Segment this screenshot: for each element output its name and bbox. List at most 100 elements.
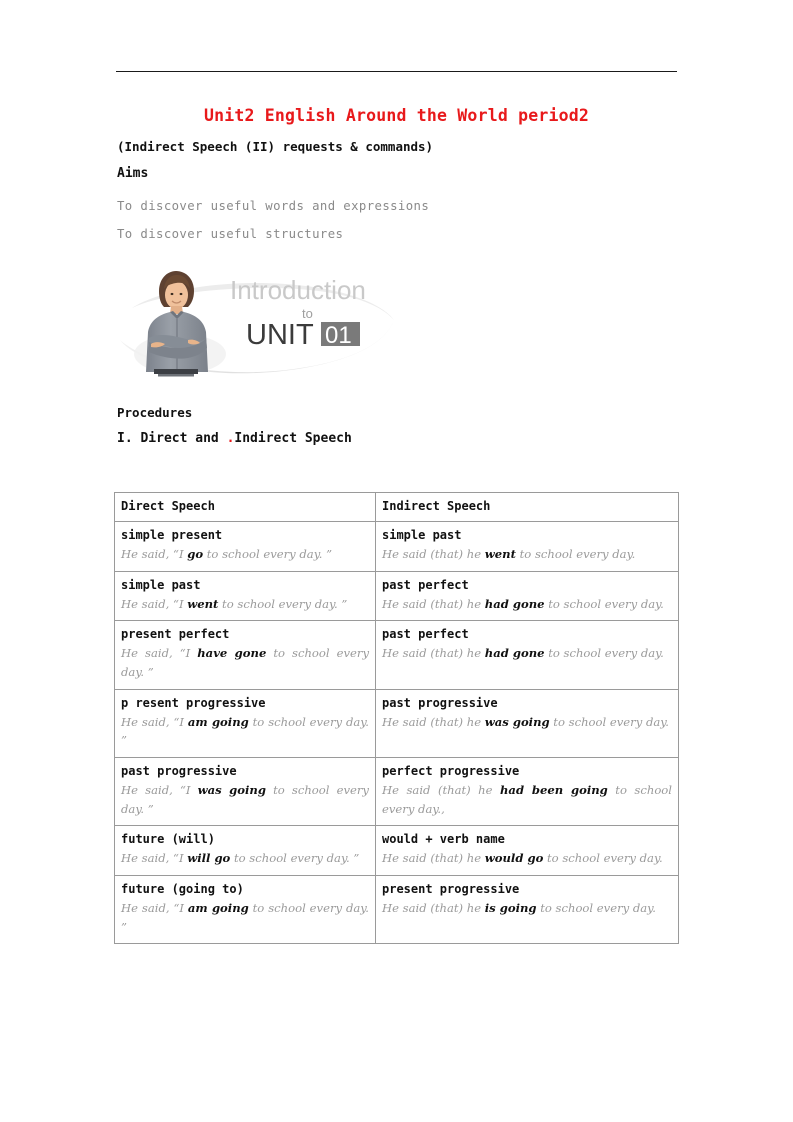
businesswoman-photo: [146, 271, 208, 377]
banner-number-text: 01: [325, 322, 352, 349]
direct-example-sentence: He said, “I was going to school every da…: [121, 781, 369, 819]
procedures-heading: Procedures: [117, 405, 193, 420]
indirect-tense-label: simple past: [382, 528, 462, 543]
table-body: Direct Speech Indirect Speech simple pre…: [114, 491, 679, 945]
example-text-post: to school every day. ”: [218, 596, 348, 611]
example-verb-highlight: am going: [187, 900, 249, 915]
indirect-tense-label: past progressive: [382, 695, 498, 710]
indirect-example-sentence: He said (that) he had gone to school eve…: [382, 644, 672, 663]
aims-heading: Aims: [117, 166, 149, 181]
direct-example-sentence: He said, “I will go to school every day.…: [121, 849, 369, 868]
example-text-post: to school every day.: [543, 851, 663, 866]
example-verb-highlight: had gone: [484, 596, 545, 611]
table-row: past progressive He said, “I was going t…: [114, 757, 679, 827]
indirect-example-sentence: He said (that) he would go to school eve…: [382, 849, 672, 868]
direct-tense-label: present perfect: [121, 627, 230, 642]
indirect-tense-label: past perfect: [382, 627, 469, 642]
aims-item-2: To discover useful structures: [117, 227, 344, 241]
example-text-pre: He said (that) he: [382, 900, 485, 915]
example-verb-highlight: would go: [484, 851, 544, 866]
example-text-pre: He said, “I: [121, 546, 188, 561]
example-text-pre: He said (that) he: [382, 714, 485, 729]
example-text-pre: He said, “I: [121, 851, 188, 866]
section-heading-direct-indirect-speech: I. Direct and .Indirect Speech: [117, 431, 352, 446]
section-heading-prefix: I. Direct and: [117, 431, 227, 446]
example-text-pre: He said (that) he: [382, 646, 485, 661]
example-verb-highlight: have gone: [197, 646, 267, 661]
indirect-example-sentence: He said (that) he is going to school eve…: [382, 899, 672, 918]
banner-unit-text: UNIT: [246, 319, 314, 351]
direct-speech-cell: future (will) He said, “I will go to sch…: [114, 825, 376, 876]
direct-example-sentence: He said, “I am going to school every day…: [121, 899, 369, 937]
direct-speech-cell: past progressive He said, “I was going t…: [114, 757, 376, 827]
example-text-pre: He said (that) he: [382, 546, 485, 561]
indirect-speech-cell: past progressive He said (that) he was g…: [375, 688, 679, 759]
example-verb-highlight: go: [187, 546, 204, 561]
header-divider-rule: [116, 71, 677, 72]
example-verb-highlight: am going: [187, 714, 249, 729]
example-text-pre: He said, “I: [121, 782, 198, 797]
table-row: present perfect He said, “I have gone to…: [114, 620, 679, 690]
direct-tense-label: simple past: [121, 577, 201, 592]
document-page: Unit2 English Around the World period2 (…: [0, 0, 793, 1122]
indirect-example-sentence: He said (that) he went to school every d…: [382, 545, 672, 564]
column-header-direct-speech: Direct Speech: [121, 499, 215, 513]
page-title: Unit2 English Around the World period2: [203, 106, 590, 125]
direct-example-sentence: He said, “I am going to school every day…: [121, 713, 369, 751]
direct-example-sentence: He said, “I go to school every day. ”: [121, 545, 369, 564]
indirect-speech-cell: would + verb name He said (that) he woul…: [375, 825, 679, 876]
example-text-post: to school every day. ”: [230, 851, 360, 866]
example-text-post: to school every day.: [536, 900, 656, 915]
table-row: simple past He said, “I went to school e…: [114, 570, 679, 622]
direct-speech-cell: present perfect He said, “I have gone to…: [114, 620, 376, 690]
table-row: future (will) He said, “I will go to sch…: [114, 825, 679, 876]
indirect-tense-label: perfect progressive: [382, 764, 520, 779]
example-verb-highlight: went: [484, 546, 516, 561]
example-text-pre: He said, “I: [121, 900, 188, 915]
example-verb-highlight: will go: [187, 851, 231, 866]
indirect-speech-cell: present progressive He said (that) he is…: [375, 874, 679, 945]
example-text-pre: He said (that) he: [382, 596, 485, 611]
example-verb-highlight: went: [187, 596, 219, 611]
direct-tense-label: simple present: [121, 528, 223, 543]
indirect-tense-label: past perfect: [382, 577, 469, 592]
example-verb-highlight: had gone: [484, 646, 545, 661]
example-text-pre: He said (that) he: [382, 782, 500, 797]
example-text-pre: He said, “I: [121, 714, 188, 729]
table-row: future (going to) He said, “I am going t…: [114, 874, 679, 945]
direct-tense-label: future (going to): [121, 882, 244, 896]
example-text-post: to school every day.: [544, 646, 664, 661]
direct-tense-label: past progressive: [121, 764, 237, 779]
direct-speech-cell: simple past He said, “I went to school e…: [114, 570, 376, 622]
example-verb-highlight: is going: [484, 900, 537, 915]
speech-conversion-table: Direct Speech Indirect Speech simple pre…: [114, 491, 679, 945]
table-row: p resent progressive He said, “I am goin…: [114, 688, 679, 759]
table-header-cell-direct: Direct Speech: [114, 491, 376, 523]
example-text-post: to school every day.: [544, 596, 664, 611]
table-header-row: Direct Speech Indirect Speech: [114, 491, 679, 523]
banner-introduction-text: Introduction: [230, 275, 366, 305]
example-text-post: to school every day. ”: [203, 546, 333, 561]
direct-example-sentence: He said, “I went to school every day. ”: [121, 595, 369, 614]
example-text-pre: He said, “I: [121, 646, 198, 661]
example-text-pre: He said (that) he: [382, 851, 485, 866]
indirect-example-sentence: He said (that) he had gone to school eve…: [382, 595, 672, 614]
section-heading-suffix: Indirect Speech: [234, 431, 352, 446]
indirect-speech-cell: perfect progressive He said (that) he ha…: [375, 757, 679, 827]
example-text-post: to school every day.: [549, 714, 669, 729]
direct-tense-label: p resent progressive: [121, 695, 266, 710]
indirect-speech-cell: past perfect He said (that) he had gone …: [375, 620, 679, 690]
banner-text-lockup: Introduction to UNIT 01: [230, 275, 366, 351]
example-verb-highlight: was going: [484, 714, 550, 729]
example-verb-highlight: was going: [197, 782, 266, 797]
direct-tense-label: future (will): [121, 832, 215, 847]
example-text-pre: He said, “I: [121, 596, 188, 611]
direct-example-sentence: He said, “I have gone to school every da…: [121, 644, 369, 682]
column-header-indirect-speech: Indirect Speech: [382, 499, 491, 513]
indirect-tense-label: would + verb name: [382, 832, 505, 847]
indirect-example-sentence: He said (that) he was going to school ev…: [382, 713, 672, 732]
indirect-tense-label: present progressive: [382, 882, 520, 896]
indirect-speech-cell: past perfect He said (that) he had gone …: [375, 570, 679, 622]
table-row: simple present He said, “I go to school …: [114, 521, 679, 572]
direct-speech-cell: p resent progressive He said, “I am goin…: [114, 688, 376, 759]
